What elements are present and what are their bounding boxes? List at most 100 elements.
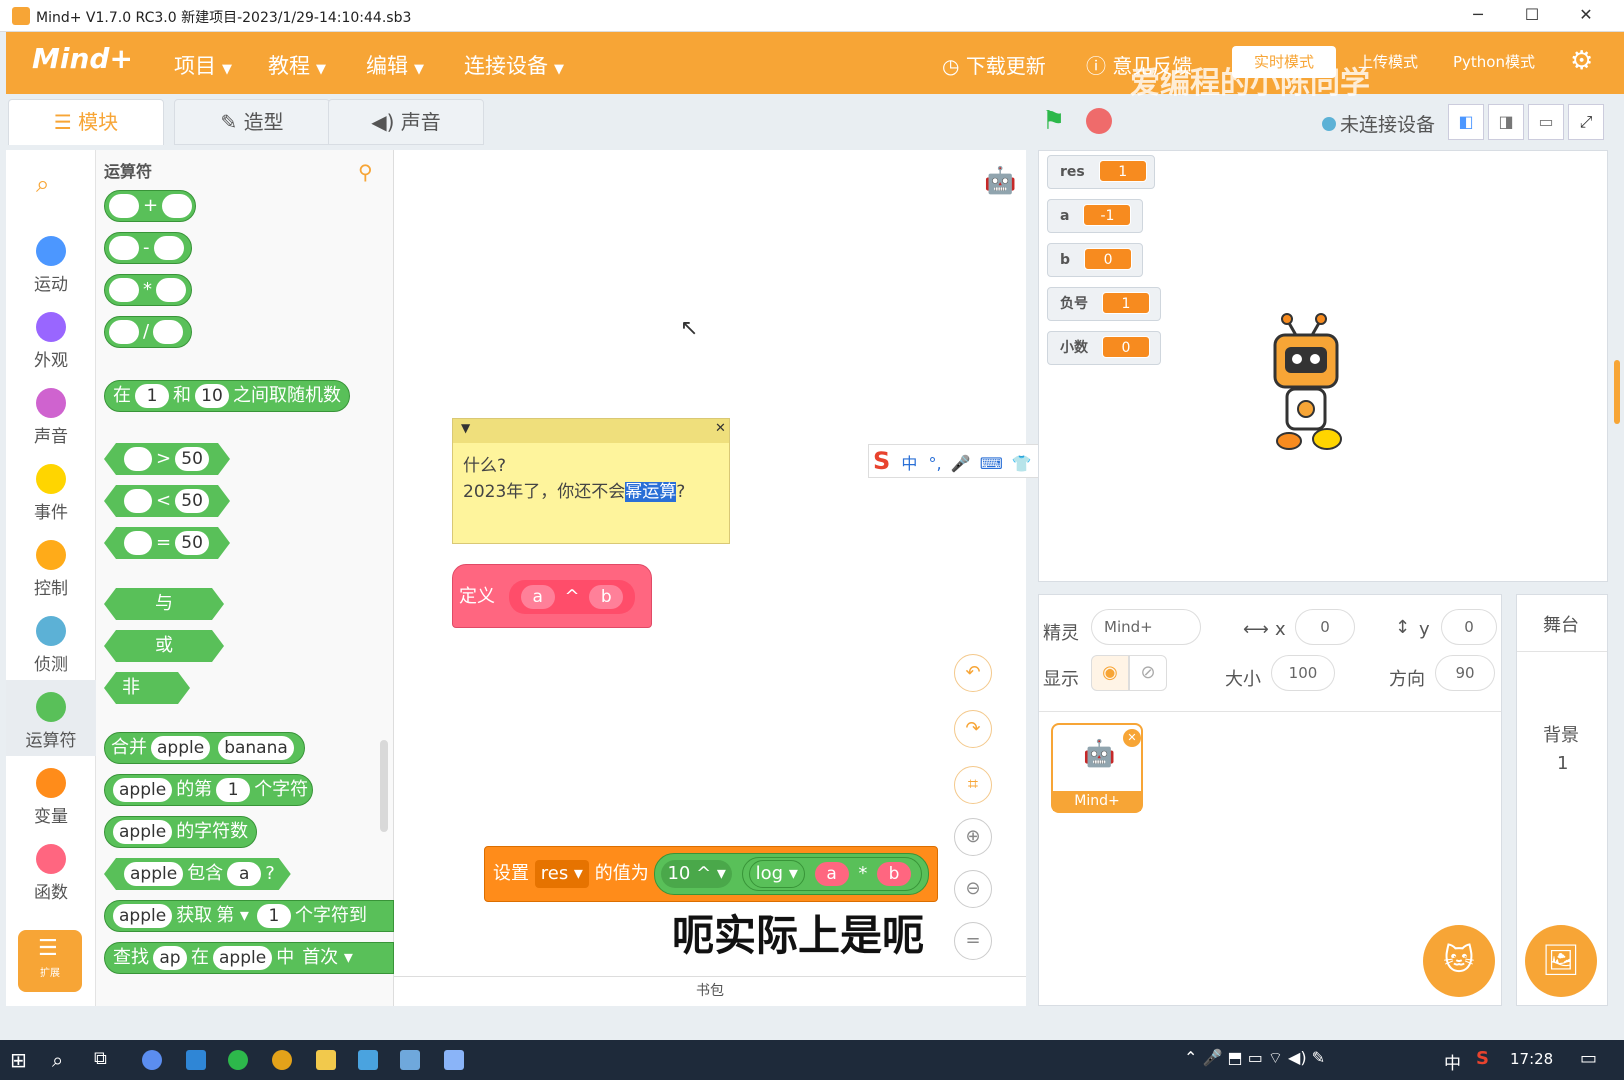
or-block[interactable]: 或	[104, 630, 224, 662]
task-view-icon[interactable]: ⧉	[94, 1048, 107, 1069]
ime-punct-icon[interactable]: °,	[929, 454, 942, 473]
join-a-input[interactable]: apple	[151, 736, 211, 760]
tab-blocks[interactable]: ☰ 模块	[8, 99, 164, 145]
mode-python-button[interactable]: Python模式	[1442, 46, 1546, 78]
letter-index-input[interactable]: 1	[216, 778, 251, 802]
comment-close-icon[interactable]: ✕	[715, 421, 726, 436]
subtract-block[interactable]: -	[104, 232, 192, 264]
category-sound[interactable]: 声音	[6, 388, 96, 447]
fullscreen-icon[interactable]: ⤢	[1568, 104, 1604, 140]
category-looks[interactable]: 外观	[6, 312, 96, 371]
sprite-thumbnail[interactable]: 🤖 ✕ Mind+	[1051, 723, 1143, 813]
maximize-button[interactable]: ☐	[1506, 0, 1558, 32]
define-prototype[interactable]: a ^ b	[508, 580, 636, 614]
minimize-button[interactable]: ─	[1452, 0, 1504, 32]
undo-icon[interactable]: ↶	[954, 654, 992, 692]
power-reporter[interactable]: 10 ^ ▾ log ▾ a * b	[654, 853, 930, 895]
contains-block[interactable]: apple 包含 a?	[104, 858, 291, 890]
contains-sub-input[interactable]: a	[227, 862, 261, 886]
palette-scrollbar[interactable]	[380, 740, 388, 832]
random-min-input[interactable]: 1	[135, 384, 169, 408]
multiply-reporter[interactable]: log ▾ a * b	[741, 857, 923, 891]
app-window-icon[interactable]	[358, 1050, 378, 1070]
find-block[interactable]: 查找 ap 在 apple 中首次 ▾	[104, 942, 394, 974]
not-block[interactable]: 非	[104, 672, 190, 704]
stage-side-handle[interactable]	[1614, 360, 1620, 424]
substring-block[interactable]: apple 获取第 ▾ 1 个字符到	[104, 900, 394, 932]
length-string-input[interactable]: apple	[113, 820, 173, 844]
sogou-logo-icon[interactable]: S	[873, 447, 890, 475]
browser-app-icon[interactable]	[142, 1050, 162, 1070]
delete-sprite-icon[interactable]: ✕	[1123, 729, 1141, 747]
x-input[interactable]: 0	[1295, 609, 1355, 645]
stop-icon[interactable]	[1086, 108, 1112, 134]
stage-canvas[interactable]: res 1 a -1 b0 负号 1 小数 0	[1038, 150, 1608, 582]
clock[interactable]: 17:28	[1510, 1050, 1553, 1068]
tray-ime-indicator[interactable]: 中	[1444, 1049, 1461, 1074]
equals-block[interactable]: = 50	[104, 527, 230, 559]
compare-value-input[interactable]: 50	[175, 447, 209, 471]
compare-value-input[interactable]: 50	[175, 531, 209, 555]
calculator-icon[interactable]	[444, 1050, 464, 1070]
category-control[interactable]: 控制	[6, 540, 96, 599]
random-max-input[interactable]: 10	[195, 384, 229, 408]
ime-keyboard-icon[interactable]: ⌨	[980, 454, 1003, 473]
ime-lang-toggle[interactable]: 中	[901, 454, 917, 473]
backpack-bar[interactable]: 书包	[394, 976, 1026, 1006]
file-explorer-icon[interactable]	[316, 1050, 336, 1070]
direction-input[interactable]: 90	[1435, 655, 1495, 691]
collapse-triangle-icon[interactable]: ▼	[461, 421, 470, 435]
category-sensing[interactable]: 侦测	[6, 616, 96, 675]
comment-note[interactable]: ▼ ✕ 什么? 2023年了，你还不会幂运算?	[452, 418, 730, 544]
math-op-dropdown[interactable]: 10 ^ ▾	[661, 860, 732, 888]
windows-start-icon[interactable]: ⊞	[10, 1048, 27, 1072]
stage-selector[interactable]: 舞台 背景 1 🖼	[1516, 594, 1608, 1006]
substring-mode-dropdown[interactable]: 第 ▾	[216, 905, 249, 926]
category-variables[interactable]: 变量	[6, 768, 96, 827]
y-input[interactable]: 0	[1441, 609, 1497, 645]
substring-string-input[interactable]: apple	[113, 904, 173, 928]
normal-stage-layout-icon[interactable]: ◨	[1488, 104, 1524, 140]
mindplus-taskbar-icon[interactable]	[400, 1050, 420, 1070]
redo-icon[interactable]: ↷	[954, 710, 992, 748]
hide-stage-layout-icon[interactable]: ▭	[1528, 104, 1564, 140]
contains-string-input[interactable]: apple	[124, 862, 183, 886]
and-block[interactable]: 与	[104, 588, 224, 620]
set-variable-block[interactable]: 设置 res ▾ 的值为 10 ^ ▾ log ▾ a * b	[484, 846, 939, 902]
param-a-reporter[interactable]: a	[814, 862, 849, 886]
close-button[interactable]: ✕	[1560, 0, 1612, 32]
download-update-button[interactable]: ◷ 下载更新	[942, 50, 1046, 79]
zoom-out-icon[interactable]: ⊖	[954, 870, 992, 908]
tab-sounds[interactable]: ◀) 声音	[328, 99, 484, 145]
script-area[interactable]: 🤖 ↖ ▼ ✕ 什么? 2023年了，你还不会幂运算? S 中 °, 🎤 ⌨ 👕…	[394, 150, 1074, 1006]
system-tray-icons[interactable]: ⌃ 🎤 ⬒ ▭ ⌔ ◀) ✎	[1184, 1048, 1325, 1068]
menu-connect[interactable]: 连接设备 ▼	[464, 50, 564, 80]
cleanup-icon[interactable]: ⌗	[954, 766, 992, 804]
substring-index-input[interactable]: 1	[256, 904, 291, 928]
category-motion[interactable]: 运动	[6, 236, 96, 295]
show-eye-icon[interactable]: ◉	[1091, 655, 1129, 691]
variable-dropdown[interactable]: res ▾	[534, 860, 589, 888]
random-block[interactable]: 在 1 和 10 之间取随机数	[104, 380, 350, 412]
length-block[interactable]: apple 的字符数	[104, 816, 258, 848]
wechat-icon[interactable]	[228, 1050, 248, 1070]
tab-costumes[interactable]: ✎ 造型	[174, 99, 330, 145]
param-b[interactable]: b	[589, 585, 624, 609]
multiply-block[interactable]: *	[104, 274, 192, 306]
define-function-block[interactable]: 定义 a ^ b	[452, 564, 652, 628]
category-functions[interactable]: 函数	[6, 844, 96, 903]
find-string-input[interactable]: apple	[213, 946, 273, 970]
join-b-input[interactable]: banana	[218, 736, 294, 760]
param-b-reporter[interactable]: b	[877, 862, 912, 886]
find-mode-dropdown[interactable]: 首次 ▾	[302, 947, 353, 968]
green-flag-icon[interactable]: ⚑	[1042, 106, 1068, 136]
greater-than-block[interactable]: >50	[104, 443, 230, 475]
search-icon[interactable]: ⌕	[36, 170, 49, 198]
sprite-name-input[interactable]: Mind+	[1091, 609, 1201, 645]
settings-gear-icon[interactable]: ⚙	[1570, 46, 1593, 76]
join-block[interactable]: 合并 apple banana	[104, 732, 305, 764]
mindplus-sprite[interactable]	[1259, 301, 1359, 461]
letter-string-input[interactable]: apple	[113, 778, 173, 802]
add-block[interactable]: +	[104, 190, 196, 222]
small-stage-layout-icon[interactable]: ◧	[1448, 104, 1484, 140]
